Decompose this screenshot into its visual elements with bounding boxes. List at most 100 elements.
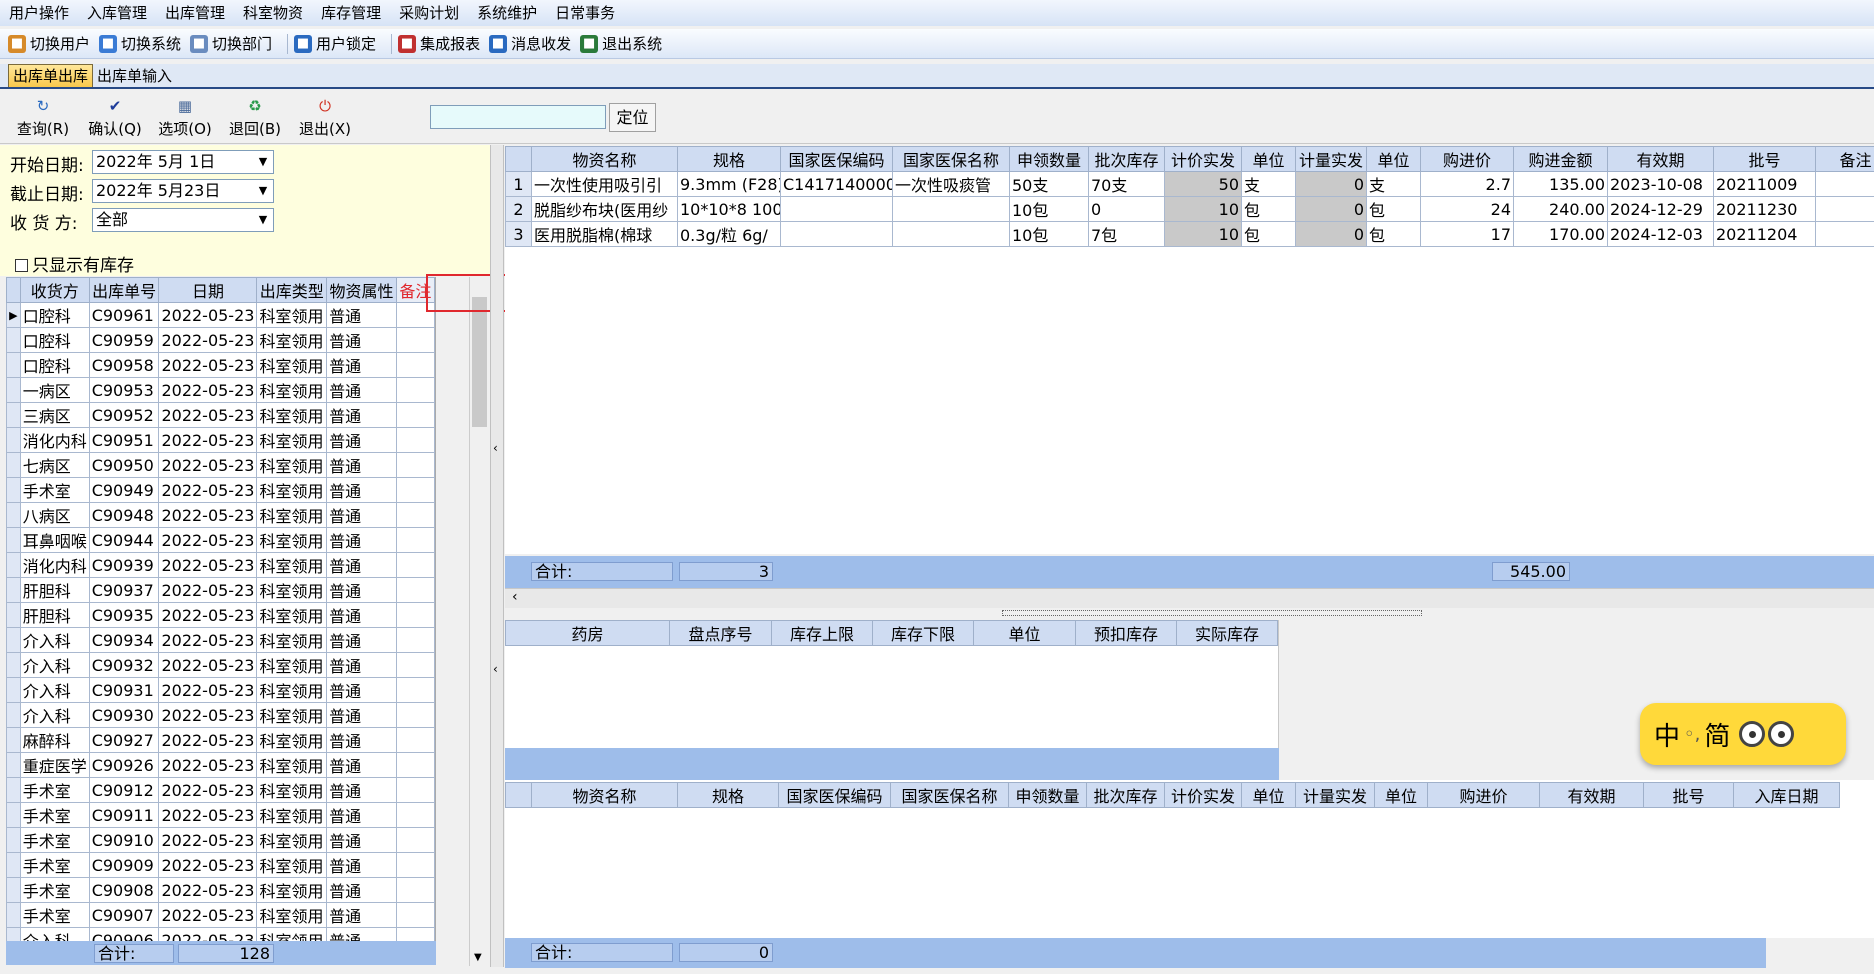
- column-header[interactable]: 国家医保编码: [778, 782, 891, 808]
- column-header[interactable]: 物资名称: [531, 146, 678, 172]
- table-row[interactable]: 手术室 C90949 2022-05-23 科室领用 普通: [6, 477, 435, 503]
- table-row[interactable]: 肝胆科 C90937 2022-05-23 科室领用 普通: [6, 577, 435, 603]
- menu-item[interactable]: 日常事务: [546, 0, 624, 26]
- table-row[interactable]: 重症医学 C90926 2022-05-23 科室领用 普通: [6, 752, 435, 778]
- toolbar-button[interactable]: ■ 切换部门: [190, 33, 272, 54]
- column-header[interactable]: 购进价: [1427, 782, 1540, 808]
- menu-item[interactable]: 采购计划: [390, 0, 468, 26]
- table-row[interactable]: 消化内科 C90939 2022-05-23 科室领用 普通: [6, 552, 435, 578]
- command-button[interactable]: ✔ 确认(Q): [80, 93, 150, 141]
- table-row[interactable]: 介入科C909062022-05-23科室领用普通: [6, 927, 435, 941]
- tab-outbound-issue[interactable]: 出库单出库: [8, 64, 94, 87]
- table-row[interactable]: 介入科 C90930 2022-05-23 科室领用 普通: [6, 702, 435, 728]
- menu-item[interactable]: 入库管理: [78, 0, 156, 26]
- table-row[interactable]: 口腔科 C90959 2022-05-23 科室领用 普通: [6, 327, 435, 353]
- locate-input[interactable]: [430, 105, 606, 129]
- column-header[interactable]: 实际库存: [1176, 620, 1278, 646]
- toolbar-button[interactable]: ■ 用户锁定: [294, 33, 376, 54]
- column-header[interactable]: 国家医保编码: [780, 146, 893, 172]
- receiver-select[interactable]: 全部 ▼: [92, 208, 274, 232]
- vertical-splitter[interactable]: ‹ ‹: [490, 145, 504, 967]
- column-header[interactable]: 单位: [1366, 146, 1421, 172]
- table-row[interactable]: 介入科 C90931 2022-05-23 科室领用 普通: [6, 677, 435, 703]
- table-row[interactable]: 口腔科 C90958 2022-05-23 科室领用 普通: [6, 352, 435, 378]
- menu-item[interactable]: 系统维护: [468, 0, 546, 26]
- column-header[interactable]: 药房: [505, 620, 670, 646]
- column-header[interactable]: 日期: [158, 277, 258, 303]
- collapse-left-icon[interactable]: ‹: [493, 441, 498, 455]
- splitter-grip[interactable]: [1002, 610, 1422, 616]
- column-header[interactable]: 批号: [1643, 782, 1734, 808]
- scroll-down-icon[interactable]: ▼: [474, 952, 482, 963]
- column-header[interactable]: 计量实发: [1295, 146, 1367, 172]
- chevron-down-icon[interactable]: ▼: [255, 182, 271, 200]
- horizontal-splitter[interactable]: [505, 608, 1874, 618]
- toolbar-button[interactable]: ■ 集成报表: [398, 33, 480, 54]
- table-row[interactable]: 1一次性使用吸引引9.3mm (F28)C14171400000一次性吸痰管50…: [505, 171, 1874, 197]
- column-header[interactable]: 盘点序号: [669, 620, 772, 646]
- table-row[interactable]: 2 脱脂纱布块(医用纱 10*10*8 100 10包 0 10 包 0 包 24 240.00 20…: [505, 196, 1874, 222]
- locate-button[interactable]: 定位: [609, 103, 656, 132]
- menu-item[interactable]: 科室物资: [234, 0, 312, 26]
- checkbox-box[interactable]: [15, 259, 28, 272]
- column-header[interactable]: 有效期: [1607, 146, 1714, 172]
- column-header[interactable]: 预扣库存: [1075, 620, 1177, 646]
- menu-item[interactable]: 库存管理: [312, 0, 390, 26]
- table-row[interactable]: 手术室 C90907 2022-05-23 科室领用 普通: [6, 902, 435, 928]
- column-header[interactable]: 入库日期: [1733, 782, 1840, 808]
- column-header[interactable]: 有效期: [1539, 782, 1644, 808]
- column-header[interactable]: 单位: [973, 620, 1076, 646]
- table-row[interactable]: 七病区 C90950 2022-05-23 科室领用 普通: [6, 452, 435, 478]
- column-header[interactable]: 国家医保名称: [890, 782, 1009, 808]
- table-row[interactable]: 三病区 C90952 2022-05-23 科室领用 普通: [6, 402, 435, 428]
- detail-horizontal-scrollbar[interactable]: ‹: [505, 588, 1874, 608]
- start-date-picker[interactable]: 2022年 5月 1日 ▼: [92, 150, 274, 174]
- menu-item[interactable]: 出库管理: [156, 0, 234, 26]
- column-header[interactable]: 收货方: [19, 277, 90, 303]
- column-header[interactable]: 规格: [677, 782, 779, 808]
- command-button[interactable]: ↻ 查询(R): [8, 93, 78, 141]
- toolbar-button[interactable]: ■ 退出系统: [580, 33, 662, 54]
- tab-outbound-input[interactable]: 出库单输入: [93, 65, 176, 87]
- column-header[interactable]: 批号: [1713, 146, 1816, 172]
- column-header[interactable]: 计量实发: [1295, 782, 1375, 808]
- toolbar-button[interactable]: ■ 切换系统: [99, 33, 181, 54]
- table-row[interactable]: 肝胆科 C90935 2022-05-23 科室领用 普通: [6, 602, 435, 628]
- scrollbar-thumb[interactable]: [472, 297, 487, 427]
- column-header[interactable]: 申领数量: [1008, 782, 1087, 808]
- column-header[interactable]: 计价实发: [1164, 146, 1242, 172]
- table-row[interactable]: 手术室 C90911 2022-05-23 科室领用 普通: [6, 802, 435, 828]
- list-scrollbar[interactable]: ▼: [469, 277, 488, 966]
- column-header[interactable]: 购进价: [1420, 146, 1514, 172]
- scroll-left-icon[interactable]: ‹: [512, 589, 518, 605]
- toolbar-button[interactable]: ■ 切换用户: [8, 33, 90, 54]
- end-date-picker[interactable]: 2022年 5月23日 ▼: [92, 179, 274, 203]
- ime-mode[interactable]: 简: [1704, 716, 1730, 753]
- column-header[interactable]: 国家医保名称: [892, 146, 1010, 172]
- ime-toolbar[interactable]: 中 ◦, 简: [1640, 703, 1846, 765]
- table-row[interactable]: ▶ 口腔科 C90961 2022-05-23 科室领用 普通: [6, 302, 435, 328]
- table-row[interactable]: 3 医用脱脂棉(棉球 0.3g/粒 6g/10包 7包 10 包 0 包 17 170.00 202…: [505, 221, 1874, 247]
- menu-item[interactable]: 用户操作: [0, 0, 78, 26]
- column-header[interactable]: 物资属性: [326, 277, 397, 303]
- toolbar-button[interactable]: ■ 消息收发: [489, 33, 571, 54]
- column-header[interactable]: 库存下限: [872, 620, 974, 646]
- column-header[interactable]: 单位: [1241, 782, 1296, 808]
- column-header[interactable]: 批次库存: [1086, 782, 1165, 808]
- column-header[interactable]: 批次库存: [1088, 146, 1165, 172]
- table-row[interactable]: 八病区 C90948 2022-05-23 科室领用 普通: [6, 502, 435, 528]
- column-header[interactable]: 备注: [1815, 146, 1874, 172]
- collapse-left-icon[interactable]: ‹: [493, 662, 498, 676]
- column-header[interactable]: 单位: [1241, 146, 1296, 172]
- column-header[interactable]: 出库类型: [256, 277, 328, 303]
- chevron-down-icon[interactable]: ▼: [255, 153, 271, 171]
- table-row[interactable]: 介入科 C90932 2022-05-23 科室领用 普通: [6, 652, 435, 678]
- table-row[interactable]: 麻醉科 C90927 2022-05-23 科室领用 普通: [6, 727, 435, 753]
- table-row[interactable]: 手术室 C90909 2022-05-23 科室领用 普通: [6, 852, 435, 878]
- column-header[interactable]: 物资名称: [531, 782, 678, 808]
- column-header[interactable]: 出库单号: [88, 277, 160, 303]
- table-row[interactable]: 耳鼻咽喉 C90944 2022-05-23 科室领用 普通: [6, 527, 435, 553]
- table-row[interactable]: 手术室 C90912 2022-05-23 科室领用 普通: [6, 777, 435, 803]
- command-button[interactable]: ⏻ 退出(X): [290, 93, 360, 141]
- column-header[interactable]: 单位: [1374, 782, 1428, 808]
